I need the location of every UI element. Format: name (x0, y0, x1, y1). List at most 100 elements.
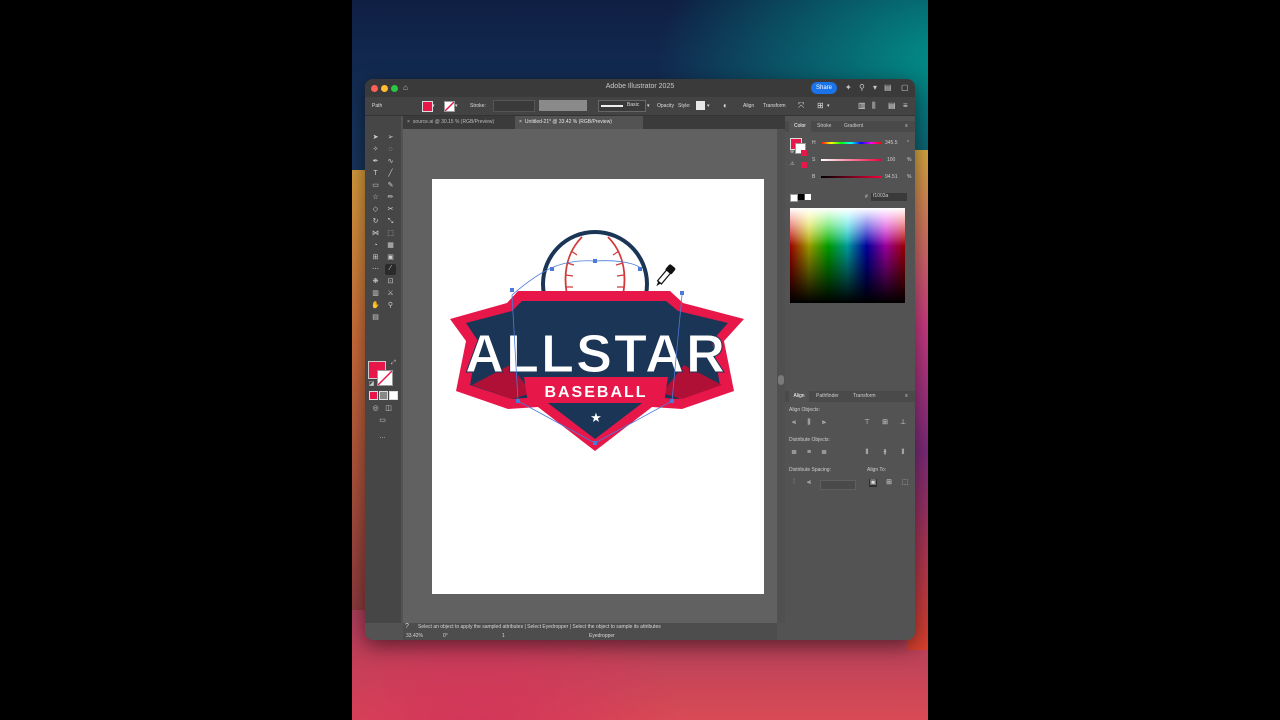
tab-transform[interactable]: Transform (853, 391, 876, 402)
scale-tool-icon[interactable]: ⤡ (386, 217, 395, 226)
chevron-down-icon[interactable]: ▾ (432, 103, 435, 109)
direct-selection-tool-icon[interactable]: ➢ (386, 133, 395, 142)
lightbulb-icon[interactable]: ✦ (845, 83, 852, 92)
swap-fill-stroke-icon[interactable]: ⤢ (389, 359, 398, 368)
selection-tool-icon[interactable]: ➤ (371, 133, 380, 142)
help-icon[interactable]: ? (405, 623, 409, 630)
canvas-area[interactable]: ALLSTAR BASEBALL ★ (403, 129, 777, 623)
hue-value[interactable]: 345.5 (885, 140, 898, 146)
lasso-tool-icon[interactable]: ◌ (386, 145, 395, 154)
tab-align[interactable]: Align (789, 391, 809, 402)
arrange-docs-icon[interactable]: ▤ (888, 101, 896, 110)
align-top-icon[interactable]: ⊤ (863, 419, 871, 427)
print-tiling-tool-icon[interactable]: ▤ (371, 313, 380, 322)
none-mode-icon[interactable] (389, 391, 398, 400)
pen-tool-icon[interactable]: ✒ (371, 157, 380, 166)
hand-tool-icon[interactable]: ✋ (371, 301, 380, 310)
brightness-value[interactable]: 94.51 (885, 174, 898, 180)
web-safe-swatch[interactable] (801, 150, 807, 156)
magic-wand-tool-icon[interactable]: ✧ (371, 145, 380, 154)
graph-tool-icon[interactable]: ▥ (371, 289, 380, 298)
shaper-tool-icon[interactable]: ☆ (371, 193, 380, 202)
tab-stroke[interactable]: Stroke (817, 121, 831, 132)
align-options-icon[interactable]: ⫼ (872, 101, 876, 111)
graphic-style-swatch[interactable] (696, 101, 705, 110)
curvature-tool-icon[interactable]: ∿ (386, 157, 395, 166)
chevron-down-icon[interactable]: ▾ (827, 103, 830, 109)
black-swatch[interactable] (798, 194, 804, 200)
horizontal-spacing-icon[interactable]: ⫷ (805, 479, 813, 487)
gradient-mode-icon[interactable] (379, 391, 388, 400)
align-to-selection-icon[interactable]: ▣ (869, 479, 877, 487)
distribute-vcenter-icon[interactable]: ≡ (805, 449, 813, 457)
rotate-tool-icon[interactable]: ↻ (371, 217, 380, 226)
align-right-icon[interactable]: ⫸ (820, 419, 828, 427)
align-vcenter-icon[interactable]: ⊞ (881, 419, 889, 427)
slice-tool-icon[interactable]: ⚔ (386, 289, 395, 298)
scroll-thumb[interactable] (778, 375, 784, 385)
none-swatch[interactable] (790, 194, 798, 202)
distribute-hcenter-icon[interactable]: ⫵ (881, 449, 889, 457)
allstar-logo[interactable]: ALLSTAR BASEBALL ★ (432, 179, 764, 594)
draw-normal-icon[interactable]: ◎ (371, 404, 380, 413)
blend-tool-icon[interactable]: ⋯ (371, 265, 380, 274)
spacing-input[interactable] (820, 480, 856, 490)
distribute-right-icon[interactable]: ⫴ (899, 449, 907, 457)
chevron-down-icon[interactable]: ▾ (707, 103, 710, 109)
out-of-gamut-icon[interactable]: ⚠ (790, 161, 794, 167)
opacity-link[interactable]: Opacity (657, 103, 674, 109)
type-tool-icon[interactable]: T (371, 169, 380, 178)
tab-untitled[interactable]: × Untitled-21* @ 33.42 % (RGB/Preview) (515, 116, 643, 129)
edit-toolbar-icon[interactable]: … (378, 432, 387, 441)
color-mode-icon[interactable] (369, 391, 378, 400)
paintbrush-tool-icon[interactable]: ✎ (386, 181, 395, 190)
distribute-left-icon[interactable]: ⫴ (863, 449, 871, 457)
color-spectrum[interactable] (790, 208, 905, 303)
panel-menu-icon[interactable]: ≡ (905, 391, 908, 402)
workspace-icon[interactable]: ▤ (884, 83, 892, 92)
brush-definition[interactable]: Basic (598, 100, 646, 112)
isolate-icon[interactable]: ▥ (858, 101, 866, 110)
rectangle-tool-icon[interactable]: ▭ (371, 181, 380, 190)
free-transform-tool-icon[interactable]: ⬚ (386, 229, 395, 238)
artboard-number[interactable]: 1 (502, 633, 505, 639)
chevron-down-icon[interactable]: ▾ (873, 83, 877, 92)
align-link[interactable]: Align (743, 103, 754, 109)
close-tab-icon[interactable]: × (519, 119, 522, 125)
chevron-down-icon[interactable]: ▾ (455, 103, 458, 109)
align-left-icon[interactable]: ⫷ (790, 419, 798, 427)
arrange-icon[interactable]: ▢ (901, 83, 909, 92)
brightness-slider[interactable] (821, 176, 881, 178)
symbol-sprayer-tool-icon[interactable]: ❋ (371, 277, 380, 286)
zoom-level[interactable]: 33.42% (406, 633, 423, 639)
saturation-slider[interactable] (821, 159, 881, 161)
artboard[interactable]: ALLSTAR BASEBALL ★ (432, 179, 764, 594)
hex-input[interactable]: f1003a (871, 193, 907, 201)
shape-builder-tool-icon[interactable]: ◔ (371, 241, 380, 250)
line-tool-icon[interactable]: ╱ (386, 169, 395, 178)
panel-menu-icon[interactable]: ≡ (905, 121, 908, 132)
pencil-tool-icon[interactable]: ✏ (386, 193, 395, 202)
chevron-down-icon[interactable]: ▾ (647, 103, 650, 109)
in-gamut-swatch[interactable] (801, 162, 807, 168)
align-to-artboard-icon[interactable]: ⬚ (901, 479, 909, 487)
mesh-tool-icon[interactable]: ⊞ (371, 253, 380, 262)
tab-source[interactable]: × source.ai @ 30.15 % (RGB/Preview) (403, 116, 517, 129)
recolor-artwork-icon[interactable]: ◐ (723, 101, 728, 110)
transform-link[interactable]: Transform (763, 103, 786, 109)
align-hcenter-icon[interactable]: ⫼ (805, 419, 813, 427)
share-button[interactable]: Share (811, 82, 837, 94)
shape-mode-icon[interactable]: ⊞ (817, 101, 824, 110)
width-tool-icon[interactable]: ⋈ (371, 229, 380, 238)
vertical-scrollbar[interactable] (777, 129, 785, 623)
transform-each-icon[interactable]: ⤧ (798, 101, 804, 111)
stroke-swatch[interactable] (444, 101, 455, 112)
align-bottom-icon[interactable]: ⊥ (899, 419, 907, 427)
artboard-tool-icon[interactable]: ⊡ (386, 277, 395, 286)
variable-width-profile[interactable] (539, 100, 587, 111)
search-icon[interactable]: ⚲ (859, 83, 865, 92)
perspective-grid-tool-icon[interactable]: ▦ (386, 241, 395, 250)
eyedropper-tool-icon[interactable]: ⁄ (385, 264, 396, 275)
stroke-color-swatch[interactable] (377, 370, 393, 386)
stroke-weight-field[interactable] (493, 100, 535, 112)
